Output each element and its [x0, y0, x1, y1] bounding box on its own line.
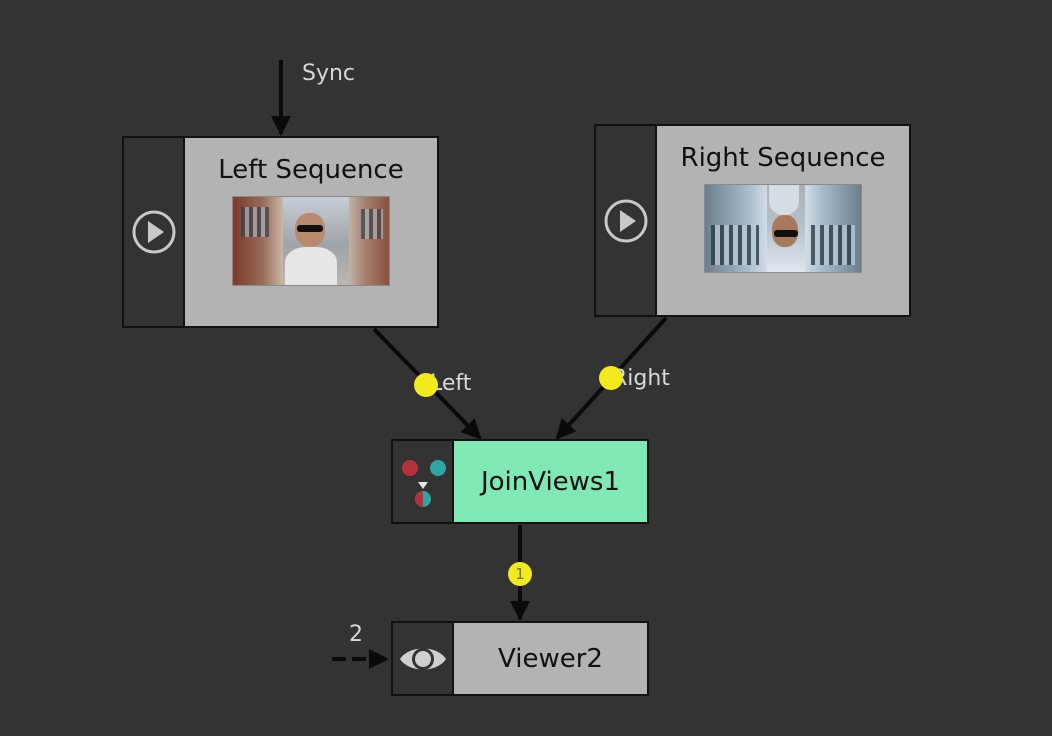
left-sequence-icon-panel: [124, 138, 185, 326]
left-sequence-title: Left Sequence: [218, 155, 404, 185]
left-sequence-thumbnail: [232, 196, 390, 286]
join-views-body: JoinViews1: [454, 441, 647, 522]
viewer-title: Viewer2: [498, 643, 603, 674]
right-port-dot[interactable]: [599, 366, 623, 390]
join-to-viewer-port-dot[interactable]: 1: [508, 562, 532, 586]
viewer-body: Viewer2: [454, 623, 647, 694]
right-sequence-node[interactable]: Right Sequence: [594, 124, 911, 317]
eye-icon: [399, 647, 446, 670]
play-icon: [132, 210, 175, 254]
join-views-icon: [401, 459, 446, 507]
left-port-dot[interactable]: [414, 373, 438, 397]
join-views-node[interactable]: JoinViews1: [391, 439, 649, 524]
sync-edge-label: Sync: [302, 61, 356, 86]
left-sequence-node[interactable]: Left Sequence: [122, 136, 439, 328]
join-views-icon-panel: [393, 441, 454, 522]
join-views-title: JoinViews1: [480, 466, 621, 497]
right-sequence-thumbnail: [704, 184, 862, 273]
left-sequence-body: Left Sequence: [185, 138, 437, 326]
viewer-input-2-label: 2: [349, 622, 363, 647]
right-sequence-icon-panel: [596, 126, 657, 315]
viewer-node[interactable]: Viewer2: [391, 621, 649, 696]
play-icon: [604, 199, 647, 242]
viewer-icon-panel: [393, 623, 454, 694]
node-graph-canvas[interactable]: Sync Left Right 2 Left Sequence Right Se…: [0, 0, 1052, 736]
right-sequence-body: Right Sequence: [657, 126, 909, 315]
right-sequence-title: Right Sequence: [680, 143, 886, 173]
